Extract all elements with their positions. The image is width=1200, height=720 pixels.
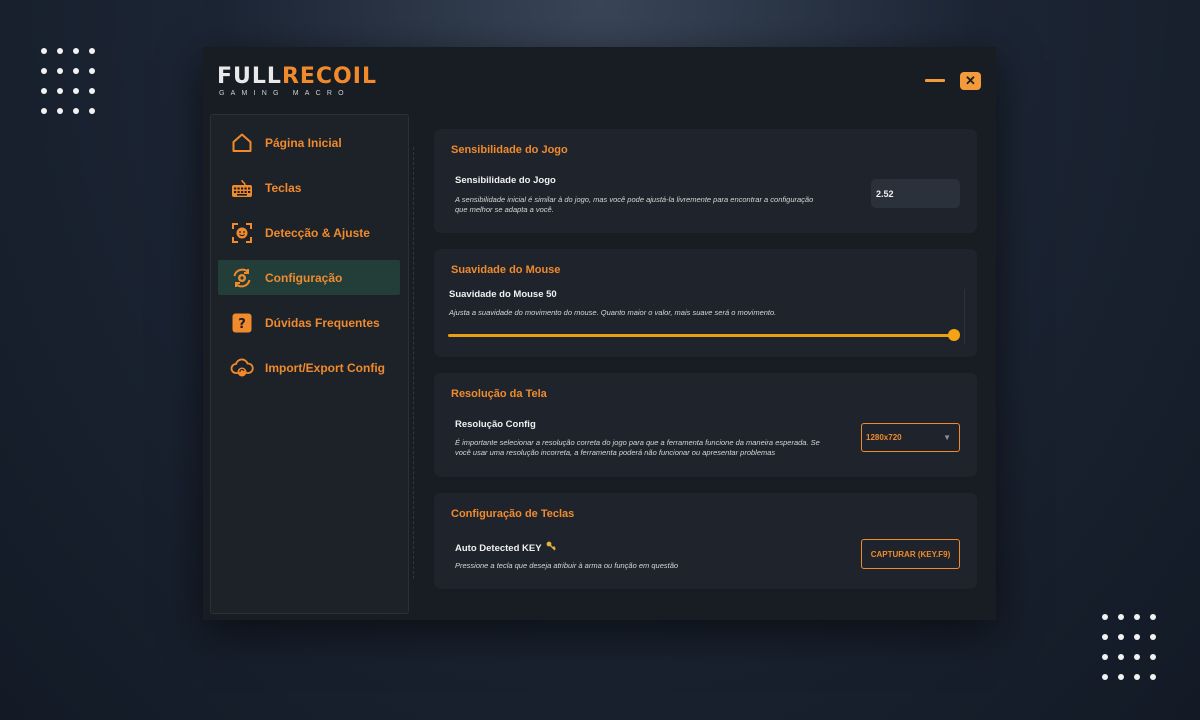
svg-text:?: ? <box>238 317 246 332</box>
app-logo: FULLRECOIL GAMING MACRO <box>217 65 377 98</box>
decorative-dots-bottom-right <box>1102 614 1156 680</box>
app-window: FULLRECOIL GAMING MACRO ✕ Página Inicial <box>203 47 996 620</box>
home-icon <box>230 131 254 155</box>
question-icon: ? <box>230 311 254 335</box>
close-icon: ✕ <box>965 73 976 88</box>
cloud-sync-icon <box>230 356 254 380</box>
section-title: Suavidade do Mouse <box>451 264 561 276</box>
section-title: Sensibilidade do Jogo <box>451 144 568 156</box>
sidebar-item-detection[interactable]: Detecção & Ajuste <box>218 215 400 250</box>
logo-title: FULLRECOIL <box>217 65 377 89</box>
option-description-line1: É importante selecionar a resolução corr… <box>455 438 820 447</box>
option-title-text: Auto Detected KEY <box>455 543 542 554</box>
sensitivity-input[interactable] <box>871 179 960 208</box>
logo-subtitle: GAMING MACRO <box>219 90 350 97</box>
smoothing-slider-thumb[interactable] <box>948 329 960 341</box>
resolution-select-value: 1280x720 <box>866 433 902 442</box>
smoothing-card: Suavidade do Mouse Suavidade do Mouse 50… <box>434 249 977 357</box>
sidebar: Página Inicial Teclas Detecção & Ajuste … <box>210 114 409 614</box>
section-title: Resolução da Tela <box>451 388 547 400</box>
logo-title-part1: FULL <box>217 64 282 89</box>
settings-sync-icon <box>230 266 254 290</box>
chevron-down-icon: ▼ <box>943 433 951 442</box>
close-button[interactable]: ✕ <box>960 72 981 90</box>
option-description-line2: você usar uma resolução incorreta, a fer… <box>455 448 776 457</box>
sidebar-item-label: Dúvidas Frequentes <box>265 315 380 330</box>
resolution-card: Resolução da Tela Resolução Config É imp… <box>434 373 977 477</box>
section-title: Configuração de Teclas <box>451 508 575 520</box>
sidebar-item-home[interactable]: Página Inicial <box>218 125 400 160</box>
logo-title-part2: RECOIL <box>281 64 377 89</box>
sidebar-item-faq[interactable]: ? Dúvidas Frequentes <box>218 305 400 340</box>
option-title: Resolução Config <box>455 419 536 430</box>
sidebar-item-label: Import/Export Config <box>265 360 385 375</box>
smoothing-slider-track[interactable] <box>448 334 954 337</box>
option-title: Auto Detected KEY <box>455 541 556 554</box>
sidebar-item-label: Teclas <box>265 180 302 195</box>
keys-card: Configuração de Teclas Auto Detected KEY… <box>434 493 977 589</box>
sensitivity-card: Sensibilidade do Jogo Sensibilidade do J… <box>434 129 977 233</box>
option-title: Sensibilidade do Jogo <box>455 175 556 186</box>
keyboard-icon <box>230 176 254 200</box>
key-icon <box>546 541 556 553</box>
face-scan-icon <box>230 221 254 245</box>
option-description: Pressione a tecla que deseja atribuir à … <box>455 561 679 570</box>
decorative-dots-top-left <box>41 48 95 114</box>
sidebar-item-import-export[interactable]: Import/Export Config <box>218 350 400 385</box>
capture-key-button[interactable]: CAPTURAR (KEY.F9) <box>861 539 960 569</box>
option-title: Suavidade do Mouse 50 <box>449 289 557 300</box>
option-description-line1: A sensibilidade inicial é similar à do j… <box>455 195 814 204</box>
resolution-select[interactable]: 1280x720 ▼ <box>861 423 960 452</box>
option-description-line2: que melhor se adapta a você. <box>455 205 554 214</box>
sidebar-item-keys[interactable]: Teclas <box>218 170 400 205</box>
sidebar-item-label: Página Inicial <box>265 135 342 150</box>
sidebar-item-settings[interactable]: Configuração <box>218 260 400 295</box>
sidebar-divider <box>413 147 414 579</box>
option-description: Ajusta a suavidade do movimento do mouse… <box>449 308 777 317</box>
minimize-button[interactable] <box>925 79 945 82</box>
sidebar-item-label: Configuração <box>265 270 343 285</box>
sidebar-item-label: Detecção & Ajuste <box>265 225 370 240</box>
